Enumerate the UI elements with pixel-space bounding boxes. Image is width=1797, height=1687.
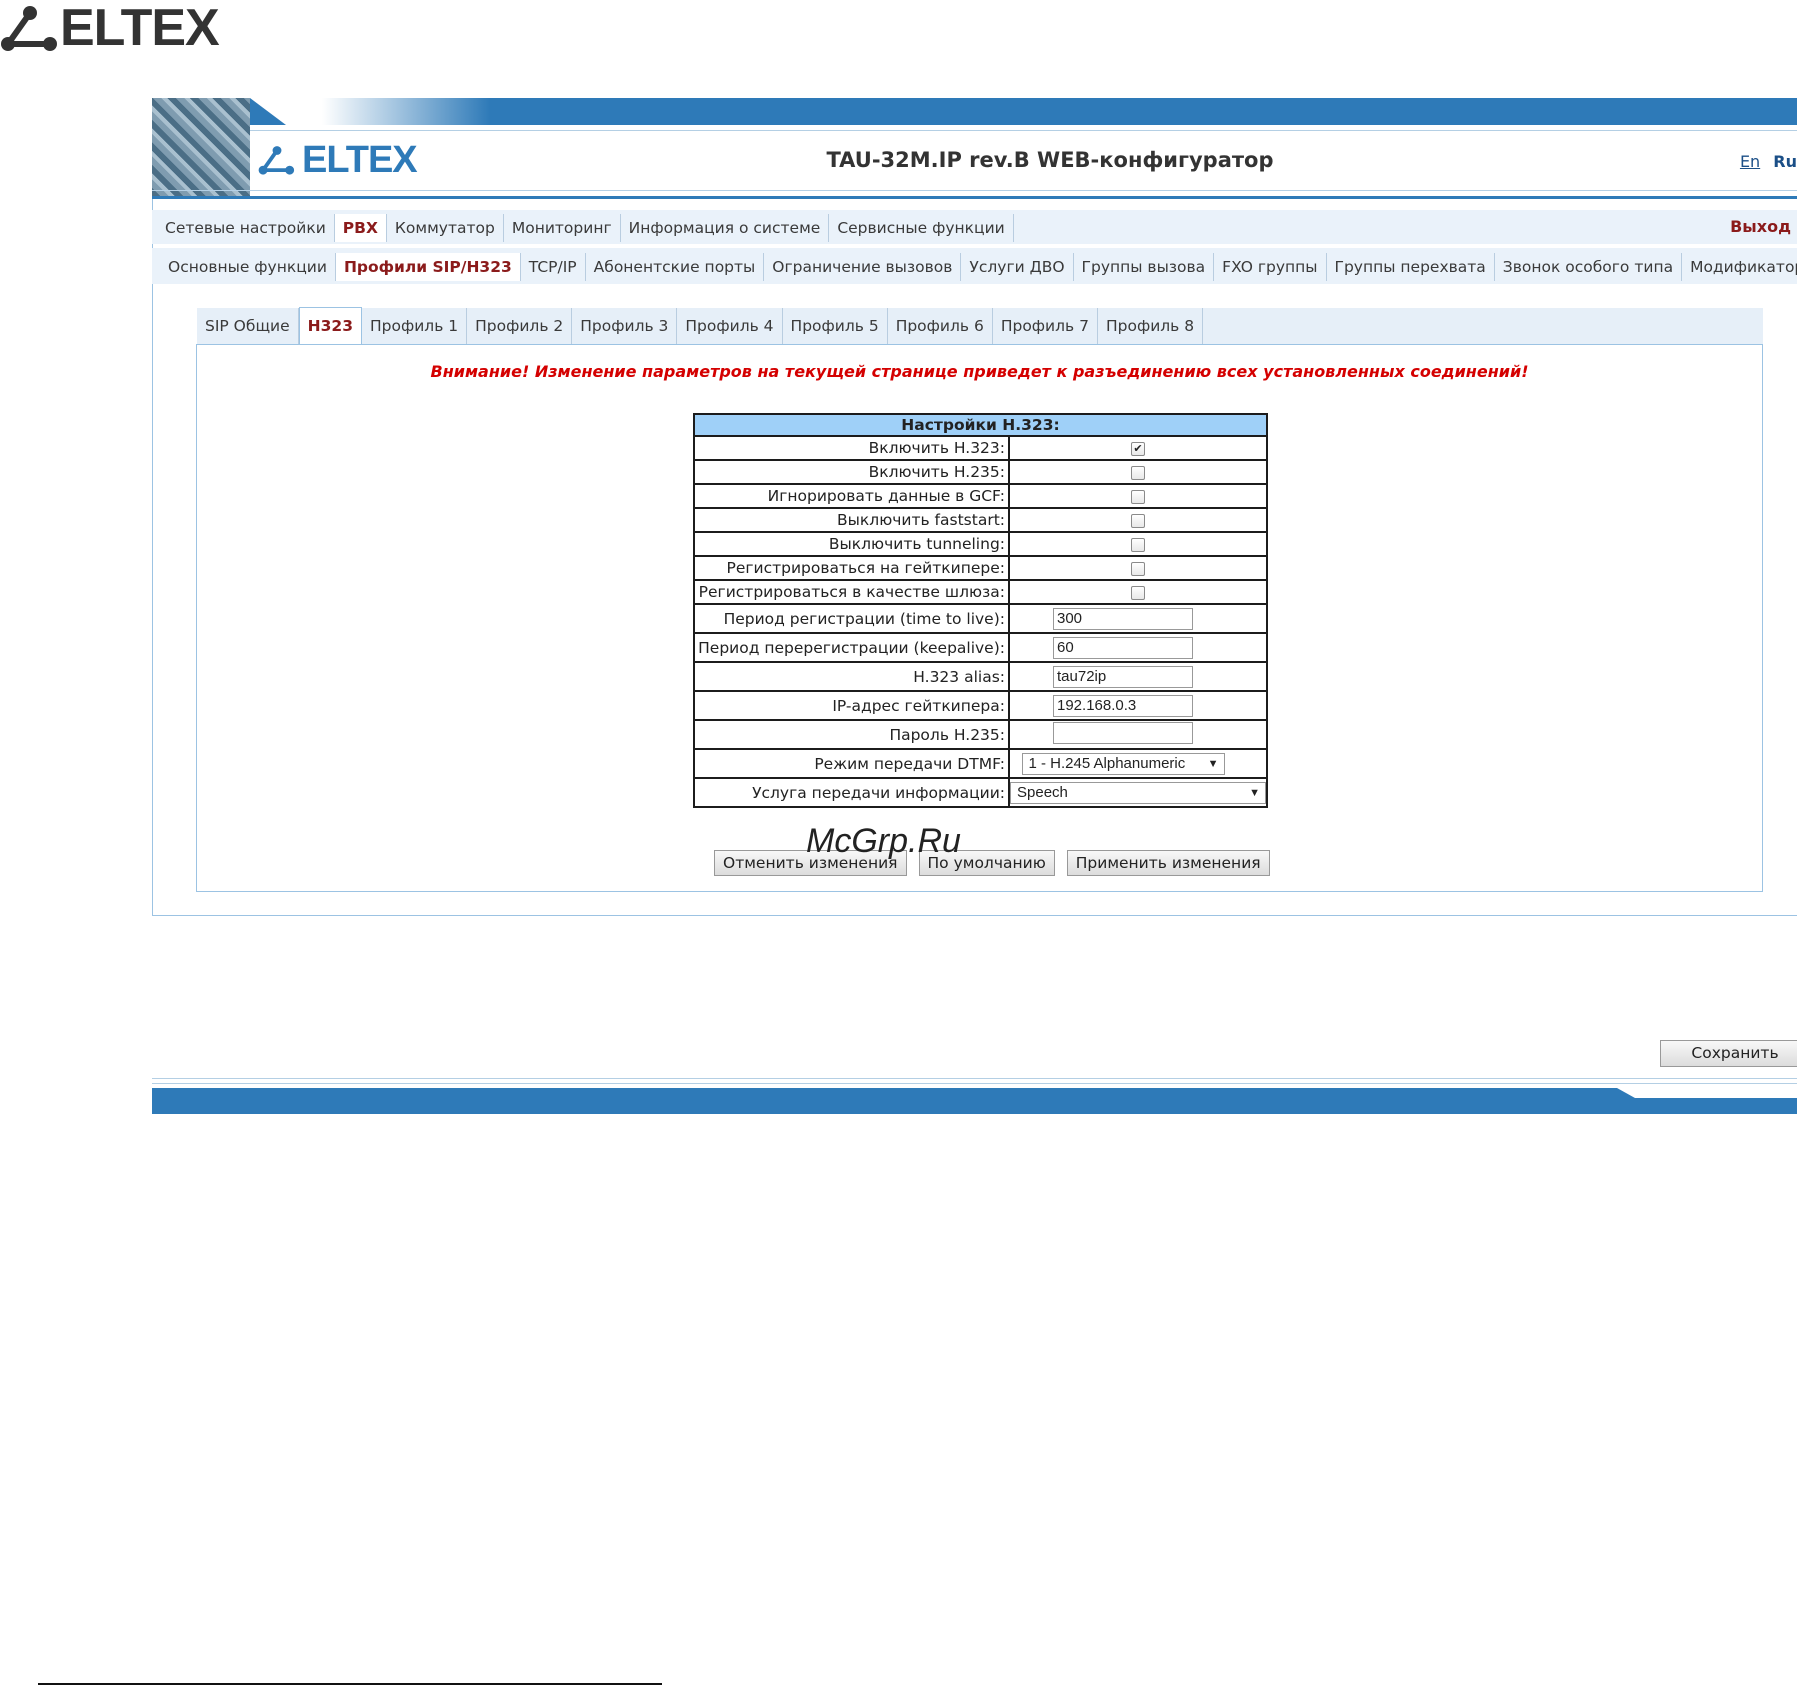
gatekeeper-ip-input[interactable]: 192.168.0.3 xyxy=(1053,694,1193,717)
keepalive-input[interactable]: 60 xyxy=(1053,636,1193,659)
divider xyxy=(152,1078,1797,1079)
ignore-gcf-checkbox[interactable] xyxy=(1131,489,1145,504)
settings-title: Настройки H.323: xyxy=(693,413,1268,437)
dropdown-arrow-icon: ▼ xyxy=(1207,757,1219,770)
info-service-label: Услуга передачи информации: xyxy=(693,777,1010,808)
header-logo: ELTEX xyxy=(258,138,418,181)
disable-faststart-checkbox[interactable] xyxy=(1131,513,1145,528)
language-switch: En Ru xyxy=(1734,152,1797,171)
subnav-call-groups[interactable]: Группы вызова xyxy=(1074,253,1215,281)
logo-text: ELTEX xyxy=(60,0,220,57)
tab-sip-general[interactable]: SIP Общие xyxy=(197,308,299,344)
header-bar xyxy=(152,98,1797,125)
divider xyxy=(152,190,1797,191)
tab-profile-7[interactable]: Профиль 7 xyxy=(993,308,1098,344)
subnav-subscriber-ports[interactable]: Абонентские порты xyxy=(586,253,765,281)
tab-profile-8[interactable]: Профиль 8 xyxy=(1098,308,1204,344)
apply-changes-button[interactable]: Применить изменения xyxy=(1066,850,1270,876)
subnav-modifiers[interactable]: Модификаторы xyxy=(1682,253,1797,281)
subnav-special-ring[interactable]: Звонок особого типа xyxy=(1495,253,1683,281)
register-gateway-label: Регистрироваться в качестве шлюза: xyxy=(693,579,1010,605)
tab-profile-5[interactable]: Профиль 5 xyxy=(783,308,888,344)
h323-settings-table: Настройки H.323: Включить H.323: ✔ Включ… xyxy=(693,413,1268,808)
lang-en-link[interactable]: En xyxy=(1740,152,1760,171)
disable-faststart-label: Выключить faststart: xyxy=(693,507,1010,533)
subnav-dvo-services[interactable]: Услуги ДВО xyxy=(961,253,1074,281)
subnav-pickup-groups[interactable]: Группы перехвата xyxy=(1327,253,1495,281)
disable-tunneling-label: Выключить tunneling: xyxy=(693,531,1010,557)
info-service-select[interactable]: Speech ▼ xyxy=(1010,781,1266,804)
subnav-basic-functions[interactable]: Основные функции xyxy=(160,253,336,281)
info-service-value: Speech xyxy=(1017,783,1068,801)
register-gateway-checkbox[interactable] xyxy=(1131,585,1145,600)
profile-tabs: SIP Общие H323 Профиль 1 Профиль 2 Профи… xyxy=(197,307,1204,345)
keepalive-label: Период перерегистрации (keepalive): xyxy=(693,632,1010,663)
nav-monitoring[interactable]: Мониторинг xyxy=(504,214,621,242)
subnav-call-restrictions[interactable]: Ограничение вызовов xyxy=(764,253,962,281)
subnav-sip-h323-profiles[interactable]: Профили SIP/H323 xyxy=(335,253,521,281)
alias-input[interactable]: tau72ip xyxy=(1053,665,1193,688)
warning-message: Внимание! Изменение параметров на текуще… xyxy=(430,362,1529,381)
header-keypad-image xyxy=(152,98,250,196)
h235-password-label: Пароль H.235: xyxy=(693,719,1010,750)
save-button[interactable]: Сохранить xyxy=(1660,1040,1797,1067)
action-buttons: Отменить изменения По умолчанию Применит… xyxy=(714,850,1270,876)
tab-profile-4[interactable]: Профиль 4 xyxy=(677,308,783,344)
h235-password-input[interactable] xyxy=(1053,721,1193,744)
enable-h323-checkbox[interactable]: ✔ xyxy=(1131,441,1145,456)
subnav-tcp-ip[interactable]: TCP/IP xyxy=(521,253,586,281)
dtmf-mode-select[interactable]: 1 - H.245 Alphanumeric ▼ xyxy=(1021,752,1225,775)
ignore-gcf-label: Игнорировать данные в GCF: xyxy=(693,483,1010,509)
register-gatekeeper-label: Регистрироваться на гейткипере: xyxy=(693,555,1010,581)
nav-service-functions[interactable]: Сервисные функции xyxy=(829,214,1014,242)
enable-h323-label: Включить H.323: xyxy=(693,435,1010,461)
enable-h235-label: Включить H.235: xyxy=(693,459,1010,485)
footer-bar xyxy=(152,1088,1797,1114)
register-gatekeeper-checkbox[interactable] xyxy=(1131,561,1145,576)
eltex-logo-icon xyxy=(1,6,57,51)
watermark: McGrp.Ru xyxy=(806,822,961,860)
nav-pbx[interactable]: PBX xyxy=(334,214,387,242)
dtmf-mode-label: Режим передачи DTMF: xyxy=(693,748,1010,779)
app-title: TAU-32M.IP rev.B WEB-конфигуратор xyxy=(826,148,1274,172)
ttl-input[interactable]: 300 xyxy=(1053,607,1193,630)
footnote-separator xyxy=(38,1683,662,1685)
subnav-fxo-groups[interactable]: FXO группы xyxy=(1214,253,1327,281)
nav-system-info[interactable]: Информация о системе xyxy=(621,214,830,242)
logout-link[interactable]: Выход xyxy=(1730,213,1791,241)
eltex-logo-icon xyxy=(258,146,295,175)
divider xyxy=(250,130,1797,131)
nav-switch[interactable]: Коммутатор xyxy=(387,214,504,242)
enable-h235-checkbox[interactable] xyxy=(1131,465,1145,480)
tab-profile-3[interactable]: Профиль 3 xyxy=(572,308,678,344)
divider xyxy=(152,196,1797,199)
tab-profile-6[interactable]: Профиль 6 xyxy=(888,308,993,344)
alias-label: H.323 alias: xyxy=(693,661,1010,692)
ttl-label: Период регистрации (time to live): xyxy=(693,603,1010,634)
header-logo-text: ELTEX xyxy=(302,138,418,181)
tab-profile-1[interactable]: Профиль 1 xyxy=(362,308,468,344)
gatekeeper-ip-label: IP-адрес гейткипера: xyxy=(693,690,1010,721)
dropdown-arrow-icon: ▼ xyxy=(1249,786,1260,799)
dtmf-mode-value: 1 - H.245 Alphanumeric xyxy=(1028,754,1186,772)
tab-profile-2[interactable]: Профиль 2 xyxy=(467,308,573,344)
sub-nav: Основные функции Профили SIP/H323 TCP/IP… xyxy=(160,252,1797,282)
tab-h323[interactable]: H323 xyxy=(298,307,362,345)
main-nav: Сетевые настройки PBX Коммутатор Монитор… xyxy=(157,213,1014,243)
lang-ru-link[interactable]: Ru xyxy=(1773,152,1797,171)
page-logo: ELTEX xyxy=(0,0,220,57)
disable-tunneling-checkbox[interactable] xyxy=(1131,537,1145,552)
divider xyxy=(152,1083,1797,1084)
nav-network-settings[interactable]: Сетевые настройки xyxy=(157,214,335,242)
